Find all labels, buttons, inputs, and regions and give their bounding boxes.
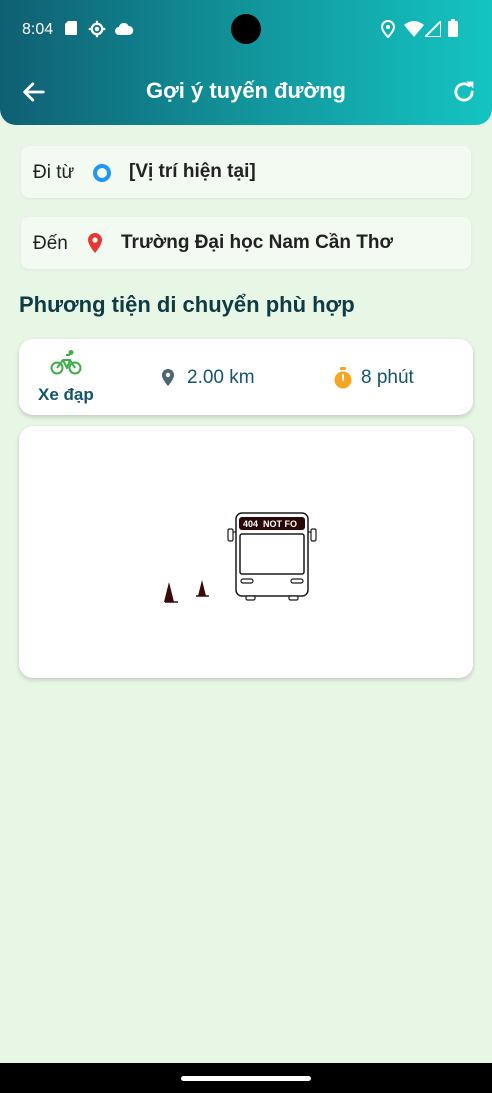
destination-label: Đến: [33, 233, 68, 254]
cloud-icon: [115, 22, 134, 35]
location-icon: [381, 20, 395, 38]
transport-option-card[interactable]: Xe đạp 2.00 km 8 phút: [19, 339, 473, 415]
origin-label: Đi từ: [33, 162, 75, 183]
sd-card-icon: [65, 21, 77, 35]
status-time: 8:04: [22, 21, 54, 38]
duration-value: 8 phút: [361, 367, 414, 388]
system-nav-bar: [0, 1063, 492, 1093]
signal-icon: [425, 21, 441, 37]
traffic-cone-icon: [164, 582, 178, 603]
bus-sign-text: 404 NOT FO: [243, 519, 297, 529]
battery-icon: [448, 19, 458, 37]
distance-value: 2.00 km: [187, 367, 255, 388]
bicycle-icon: [50, 350, 82, 375]
app-bar: 8:04 Gợi ý tuyến đường: [0, 0, 492, 125]
origin-value: [Vị trí hiện tại]: [129, 161, 256, 182]
origin-ring-icon: [93, 164, 111, 182]
settings-icon: [88, 20, 106, 38]
transport-mode-label: Xe đạp: [38, 385, 94, 404]
origin-field[interactable]: Đi từ [Vị trí hiện tại]: [21, 146, 471, 198]
traffic-cone-icon: [196, 580, 209, 597]
timer-icon: [334, 367, 352, 389]
section-title: Phương tiện di chuyển phù hợp: [19, 292, 355, 317]
destination-value: Trường Đại học Nam Cần Thơ: [121, 232, 393, 253]
page-title: Gợi ý tuyến đường: [146, 78, 346, 103]
destination-field[interactable]: Đến Trường Đại học Nam Cần Thơ: [21, 217, 471, 269]
camera-cutout: [231, 14, 261, 44]
map-preview[interactable]: 404 NOT FO: [19, 426, 473, 678]
place-icon: [162, 369, 174, 386]
refresh-button[interactable]: [450, 78, 478, 106]
location-pin-icon: [88, 233, 102, 253]
not-found-illustration: 404 NOT FO: [164, 512, 317, 603]
wifi-icon: [404, 21, 424, 37]
home-gesture-handle[interactable]: [181, 1076, 311, 1081]
